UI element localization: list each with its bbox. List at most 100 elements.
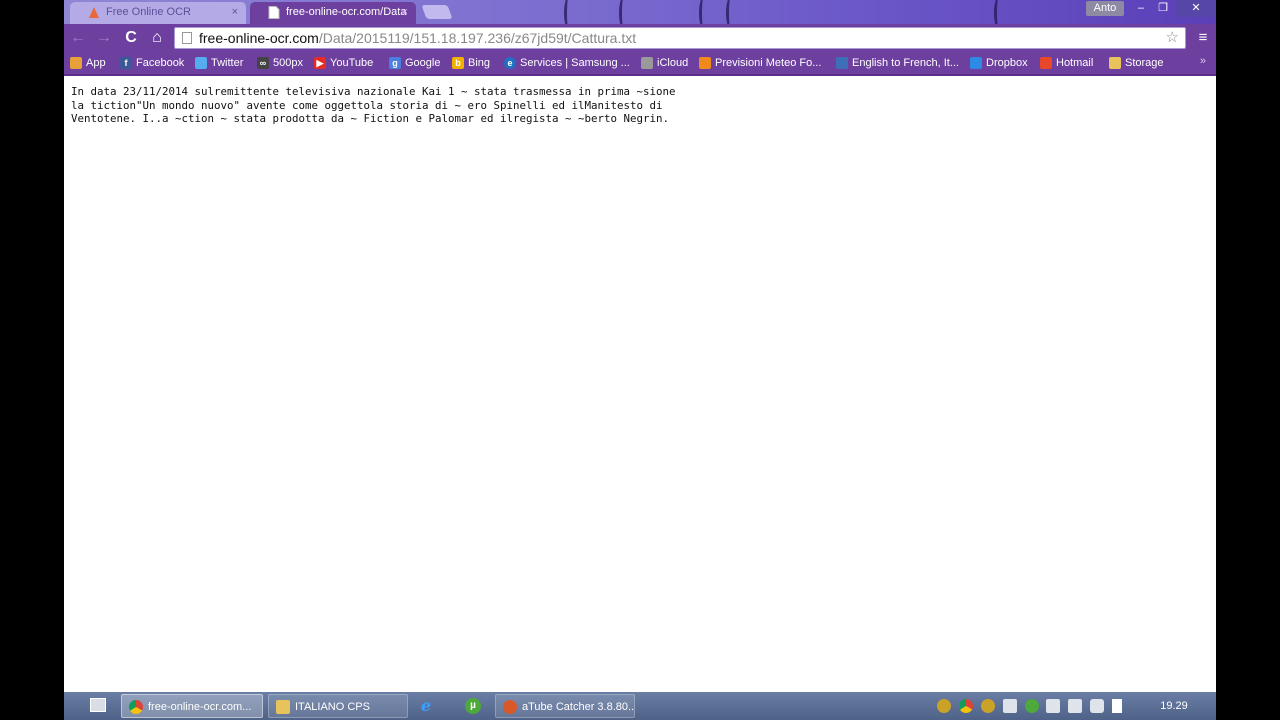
theme-decoration bbox=[994, 0, 1004, 24]
500px-icon: ∞ bbox=[257, 57, 269, 69]
bookmarks-overflow-icon[interactable]: » bbox=[1200, 55, 1206, 67]
address-bar[interactable]: free-online-ocr.com/Data/2015119/151.18.… bbox=[174, 27, 1186, 49]
apple-icon bbox=[641, 57, 653, 69]
tab-close-icon[interactable]: × bbox=[232, 2, 238, 22]
taskbar-item-label: ITALIANO CPS bbox=[295, 701, 370, 713]
minimize-button[interactable]: – bbox=[1130, 0, 1152, 17]
bookmark-bing[interactable]: b Bing bbox=[452, 55, 490, 71]
tab-close-icon[interactable]: × bbox=[402, 2, 408, 22]
theme-decoration bbox=[619, 0, 629, 24]
network-icon[interactable] bbox=[1068, 699, 1082, 713]
tray-chrome-icon[interactable] bbox=[959, 699, 973, 713]
tray-app-icon[interactable] bbox=[937, 699, 951, 713]
translate-icon bbox=[836, 57, 848, 69]
windows-taskbar: free-online-ocr.com... ITALIANO CPS e µ … bbox=[64, 692, 1216, 720]
profile-button[interactable]: Anto bbox=[1086, 1, 1124, 16]
bookmark-twitter[interactable]: Twitter bbox=[195, 55, 243, 71]
tab-label: Free Online OCR bbox=[106, 6, 191, 18]
new-tab-button[interactable] bbox=[421, 5, 453, 19]
dropbox-icon bbox=[970, 57, 982, 69]
theme-decoration bbox=[726, 0, 736, 24]
bookmark-translate[interactable]: English to French, It... bbox=[836, 55, 959, 71]
ocr-favicon-icon bbox=[89, 7, 99, 18]
bookmark-samsung[interactable]: e Services | Samsung ... bbox=[504, 55, 630, 71]
bookmark-label: Twitter bbox=[211, 57, 244, 69]
bookmark-hotmail[interactable]: Hotmail bbox=[1040, 55, 1093, 71]
bookmark-label: Bing bbox=[468, 57, 491, 69]
url-host: free-online-ocr.com bbox=[199, 30, 319, 46]
bookmark-label: YouTube bbox=[330, 57, 374, 69]
show-desktop-icon[interactable] bbox=[90, 698, 106, 712]
folder-icon bbox=[276, 700, 290, 714]
google-icon: g bbox=[389, 57, 401, 69]
theme-decoration bbox=[564, 0, 574, 24]
tray-app-icon[interactable] bbox=[1046, 699, 1060, 713]
tray-app-icon[interactable] bbox=[981, 699, 995, 713]
bookmark-google[interactable]: g Google bbox=[389, 55, 440, 71]
taskbar-item-label: aTube Catcher 3.8.80... bbox=[522, 701, 635, 713]
page-icon bbox=[182, 32, 192, 44]
utorrent-icon[interactable]: µ bbox=[465, 698, 481, 714]
bookmark-dropbox[interactable]: Dropbox bbox=[970, 55, 1028, 71]
bookmark-meteo[interactable]: Previsioni Meteo Fo... bbox=[699, 55, 821, 71]
taskbar-item-folder[interactable]: ITALIANO CPS bbox=[268, 694, 408, 718]
restore-button[interactable]: ❐ bbox=[1152, 0, 1174, 17]
bookmark-icloud[interactable]: iCloud bbox=[641, 55, 688, 71]
tab-strip: Free Online OCR × free-online-ocr.com/Da… bbox=[64, 0, 1216, 24]
action-center-flag-icon[interactable] bbox=[1112, 699, 1122, 713]
tab-free-online-ocr[interactable]: Free Online OCR × bbox=[70, 2, 246, 24]
samsung-icon: e bbox=[504, 57, 516, 69]
home-button[interactable]: ⌂ bbox=[147, 28, 167, 48]
bookmark-label: App bbox=[86, 57, 106, 69]
windows-icon bbox=[1040, 57, 1052, 69]
bookmark-label: Google bbox=[405, 57, 441, 69]
bookmark-star-icon[interactable]: ☆ bbox=[1166, 28, 1179, 48]
page-content: In data 23/11/2014 sulremittente televis… bbox=[64, 76, 1216, 692]
browser-toolbar: ← → C ⌂ free-online-ocr.com/Data/2015119… bbox=[64, 24, 1216, 52]
bookmark-label: Dropbox bbox=[986, 57, 1028, 69]
bookmark-label: Facebook bbox=[136, 57, 185, 69]
weather-icon bbox=[699, 57, 711, 69]
tab-label: free-online-ocr.com/Data bbox=[286, 6, 407, 18]
bookmark-label: Storage bbox=[1125, 57, 1164, 69]
tab-cattura-txt[interactable]: free-online-ocr.com/Data × bbox=[250, 2, 416, 24]
taskbar-clock[interactable]: 19.29 bbox=[1154, 692, 1194, 720]
bookmark-facebook[interactable]: f Facebook bbox=[120, 55, 184, 71]
taskbar-item-label: free-online-ocr.com... bbox=[148, 701, 252, 713]
forward-button[interactable]: → bbox=[94, 28, 114, 48]
bookmark-label: English to French, It... bbox=[852, 57, 959, 69]
reload-button[interactable]: C bbox=[121, 28, 141, 48]
twitter-icon bbox=[195, 57, 207, 69]
back-button[interactable]: ← bbox=[68, 28, 88, 48]
facebook-icon: f bbox=[120, 57, 132, 69]
bookmark-app[interactable]: App bbox=[70, 55, 106, 71]
tray-app-icon[interactable] bbox=[1003, 699, 1017, 713]
chrome-icon bbox=[129, 700, 143, 714]
taskbar-item-chrome[interactable]: free-online-ocr.com... bbox=[121, 694, 263, 718]
close-window-button[interactable]: ✕ bbox=[1176, 0, 1216, 17]
theme-decoration bbox=[699, 0, 709, 24]
folder-icon bbox=[1109, 57, 1121, 69]
internet-explorer-icon[interactable]: e bbox=[421, 698, 437, 714]
bookmark-500px[interactable]: ∞ 500px bbox=[257, 55, 303, 71]
bookmark-label: 500px bbox=[273, 57, 303, 69]
tray-utorrent-icon[interactable] bbox=[1025, 699, 1039, 713]
volume-icon[interactable] bbox=[1090, 699, 1104, 713]
desktop-screen: Free Online OCR × free-online-ocr.com/Da… bbox=[0, 0, 1280, 720]
url-path: /Data/2015119/151.18.197.236/z67jd59t/Ca… bbox=[318, 30, 637, 46]
text-line: la tiction"Un mondo nuovo" avente come o… bbox=[71, 98, 663, 112]
bookmark-label: Previsioni Meteo Fo... bbox=[715, 57, 822, 69]
text-line: In data 23/11/2014 sulremittente televis… bbox=[71, 85, 676, 98]
chrome-menu-button[interactable]: ≡ bbox=[1194, 28, 1212, 48]
bookmark-youtube[interactable]: ▶ YouTube bbox=[314, 55, 373, 71]
bookmark-label: iCloud bbox=[657, 57, 689, 69]
document-icon bbox=[268, 6, 280, 19]
bookmark-label: Services | Samsung ... bbox=[520, 57, 630, 69]
bookmark-storage[interactable]: Storage bbox=[1109, 55, 1164, 71]
bing-icon: b bbox=[452, 57, 464, 69]
apps-grid-icon bbox=[70, 57, 82, 69]
chrome-window: Free Online OCR × free-online-ocr.com/Da… bbox=[64, 0, 1216, 692]
text-line: Ventotene. I..a ~ction ~ stata prodotta … bbox=[71, 112, 670, 125]
bookmark-label: Hotmail bbox=[1056, 57, 1094, 69]
taskbar-item-atube-catcher[interactable]: aTube Catcher 3.8.80... bbox=[495, 694, 635, 718]
